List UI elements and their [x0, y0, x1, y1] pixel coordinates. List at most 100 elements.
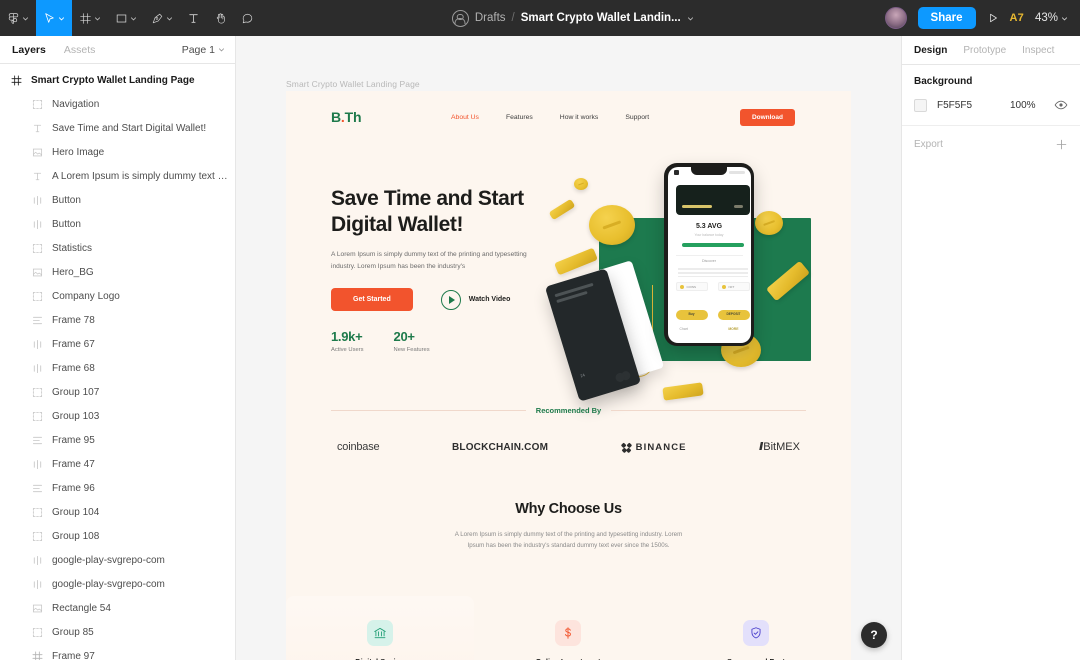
layer-row[interactable]: Statistics	[0, 236, 235, 260]
layer-row[interactable]: Group 85	[0, 620, 235, 644]
chevron-down-icon[interactable]	[687, 15, 694, 22]
design-download-button[interactable]: Download	[739, 108, 795, 126]
hand-icon	[216, 12, 225, 23]
frame-tool-button[interactable]	[72, 0, 108, 36]
tab-prototype[interactable]: Prototype	[963, 45, 1006, 56]
layer-row[interactable]: Hero Image	[0, 140, 235, 164]
layer-row[interactable]: Frame 68	[0, 356, 235, 380]
main-menu-button[interactable]	[0, 0, 36, 36]
design-nav-link[interactable]: Support	[625, 114, 649, 121]
design-logo[interactable]: B.Th	[331, 109, 362, 125]
chevron-down-icon	[58, 16, 65, 20]
file-breadcrumb: Drafts / Smart Crypto Wallet Landin...	[261, 9, 885, 27]
stat-item: 20+ New Features	[394, 329, 430, 353]
help-button[interactable]: ?	[861, 622, 887, 648]
gold-coin	[574, 178, 588, 190]
properties-panel-tabs: Design Prototype Inspect	[902, 36, 1080, 65]
layer-row[interactable]: Group 108	[0, 524, 235, 548]
layer-row[interactable]: Company Logo	[0, 284, 235, 308]
design-nav-link[interactable]: About Us	[451, 114, 479, 121]
layer-row[interactable]: Navigation	[0, 92, 235, 116]
get-started-button[interactable]: Get Started	[331, 288, 413, 311]
plus-icon[interactable]	[1055, 138, 1068, 151]
layer-label: Group 85	[52, 626, 94, 638]
eye-icon[interactable]	[1054, 98, 1068, 112]
layer-row[interactable]: Frame 67	[0, 332, 235, 356]
move-tool-button[interactable]	[36, 0, 72, 36]
color-swatch[interactable]	[914, 98, 927, 112]
top-toolbar: Drafts / Smart Crypto Wallet Landin... S…	[0, 0, 1080, 36]
layer-row[interactable]: Frame 97	[0, 644, 235, 660]
layer-row[interactable]: Button	[0, 188, 235, 212]
watch-video-button[interactable]: Watch Video	[440, 289, 510, 310]
layer-label: Frame 68	[52, 362, 95, 374]
layer-row[interactable]: Rectangle 54	[0, 596, 235, 620]
layer-row[interactable]: A Lorem Ipsum is simply dummy text of th…	[0, 164, 235, 188]
layer-label: Frame 67	[52, 338, 95, 350]
artboard-landing-page[interactable]: B.Th About Us Features How it works Support…	[286, 91, 851, 660]
shape-tool-button[interactable]	[108, 0, 144, 36]
account-avatar-icon[interactable]	[451, 9, 469, 27]
design-nav-link[interactable]: Features	[506, 114, 533, 121]
stat-value: 1.9k+	[331, 329, 363, 344]
background-hex-value[interactable]: F5F5F5	[937, 100, 1000, 111]
zoom-control[interactable]: 43%	[1035, 12, 1068, 24]
pen-icon	[152, 13, 163, 23]
tab-inspect[interactable]: Inspect	[1022, 45, 1054, 56]
layer-label: Frame 96	[52, 482, 95, 494]
tab-design[interactable]: Design	[914, 45, 947, 56]
background-opacity-value[interactable]: 100%	[1010, 100, 1044, 111]
autolayout-icon	[32, 484, 43, 492]
avatar[interactable]	[884, 7, 907, 29]
breadcrumb-project[interactable]: Drafts	[475, 12, 506, 24]
breadcrumb-file-name[interactable]: Smart Crypto Wallet Landin...	[521, 12, 681, 24]
status-badge[interactable]: A7	[1010, 12, 1024, 24]
figma-app-window: Drafts / Smart Crypto Wallet Landin... S…	[0, 0, 1080, 660]
layer-row[interactable]: Group 104	[0, 500, 235, 524]
text-tool-button[interactable]	[180, 0, 207, 36]
layer-row[interactable]: Frame 96	[0, 476, 235, 500]
layer-row[interactable]: Save Time and Start Digital Wallet!	[0, 116, 235, 140]
feature-card-secure-and-fast[interactable]: Secure and Fast	[662, 596, 850, 660]
present-button[interactable]	[987, 12, 999, 24]
hand-tool-button[interactable]	[207, 0, 234, 36]
share-button[interactable]: Share	[917, 7, 976, 29]
export-section: Export	[902, 126, 1080, 163]
layer-row[interactable]: google-play-svgrepo-com	[0, 548, 235, 572]
layers-panel: Layers Assets Page 1 Smart Crypto Wallet…	[0, 36, 236, 660]
layer-row[interactable]: Frame 47	[0, 452, 235, 476]
properties-panel: Design Prototype Inspect Background F5F5…	[901, 36, 1080, 660]
tab-assets[interactable]: Assets	[64, 44, 96, 56]
chevron-down-icon	[1061, 16, 1068, 20]
layer-label: Button	[52, 218, 81, 230]
component-icon	[33, 339, 42, 349]
layer-tree[interactable]: Smart Crypto Wallet Landing Page Navigat…	[0, 64, 235, 660]
layer-row[interactable]: Button	[0, 212, 235, 236]
layer-row[interactable]: Frame 95	[0, 428, 235, 452]
export-label: Export	[914, 139, 943, 150]
tab-layers[interactable]: Layers	[12, 44, 46, 56]
recommended-header: Recommended By	[331, 406, 806, 415]
feature-card-digital-saving[interactable]: Digital Saving	[286, 596, 474, 660]
frame-name-label[interactable]: Smart Crypto Wallet Landing Page	[286, 79, 420, 89]
gold-bar	[662, 382, 704, 401]
layer-row[interactable]: Frame 78	[0, 308, 235, 332]
design-canvas[interactable]: Smart Crypto Wallet Landing Page B.Th Ab…	[236, 36, 901, 660]
layer-row[interactable]: Group 107	[0, 380, 235, 404]
layer-label: google-play-svgrepo-com	[52, 578, 165, 590]
phone-chip: COINS	[675, 281, 708, 291]
comment-tool-button[interactable]	[234, 0, 261, 36]
stat-value: 20+	[393, 329, 415, 344]
layer-row[interactable]: Hero_BG	[0, 260, 235, 284]
feature-card-online-investment[interactable]: Online Investment	[474, 596, 662, 660]
logo-suffix: Th	[344, 109, 362, 125]
layer-row[interactable]: google-play-svgrepo-com	[0, 572, 235, 596]
image-icon	[32, 148, 43, 156]
pen-tool-button[interactable]	[144, 0, 180, 36]
layer-row[interactable]: Group 103	[0, 404, 235, 428]
layer-row-root[interactable]: Smart Crypto Wallet Landing Page	[0, 68, 235, 92]
layer-label: Statistics	[52, 242, 93, 254]
page-selector[interactable]: Page 1	[182, 44, 225, 56]
card-number: 24	[579, 372, 586, 379]
design-nav-link[interactable]: How it works	[560, 114, 599, 121]
